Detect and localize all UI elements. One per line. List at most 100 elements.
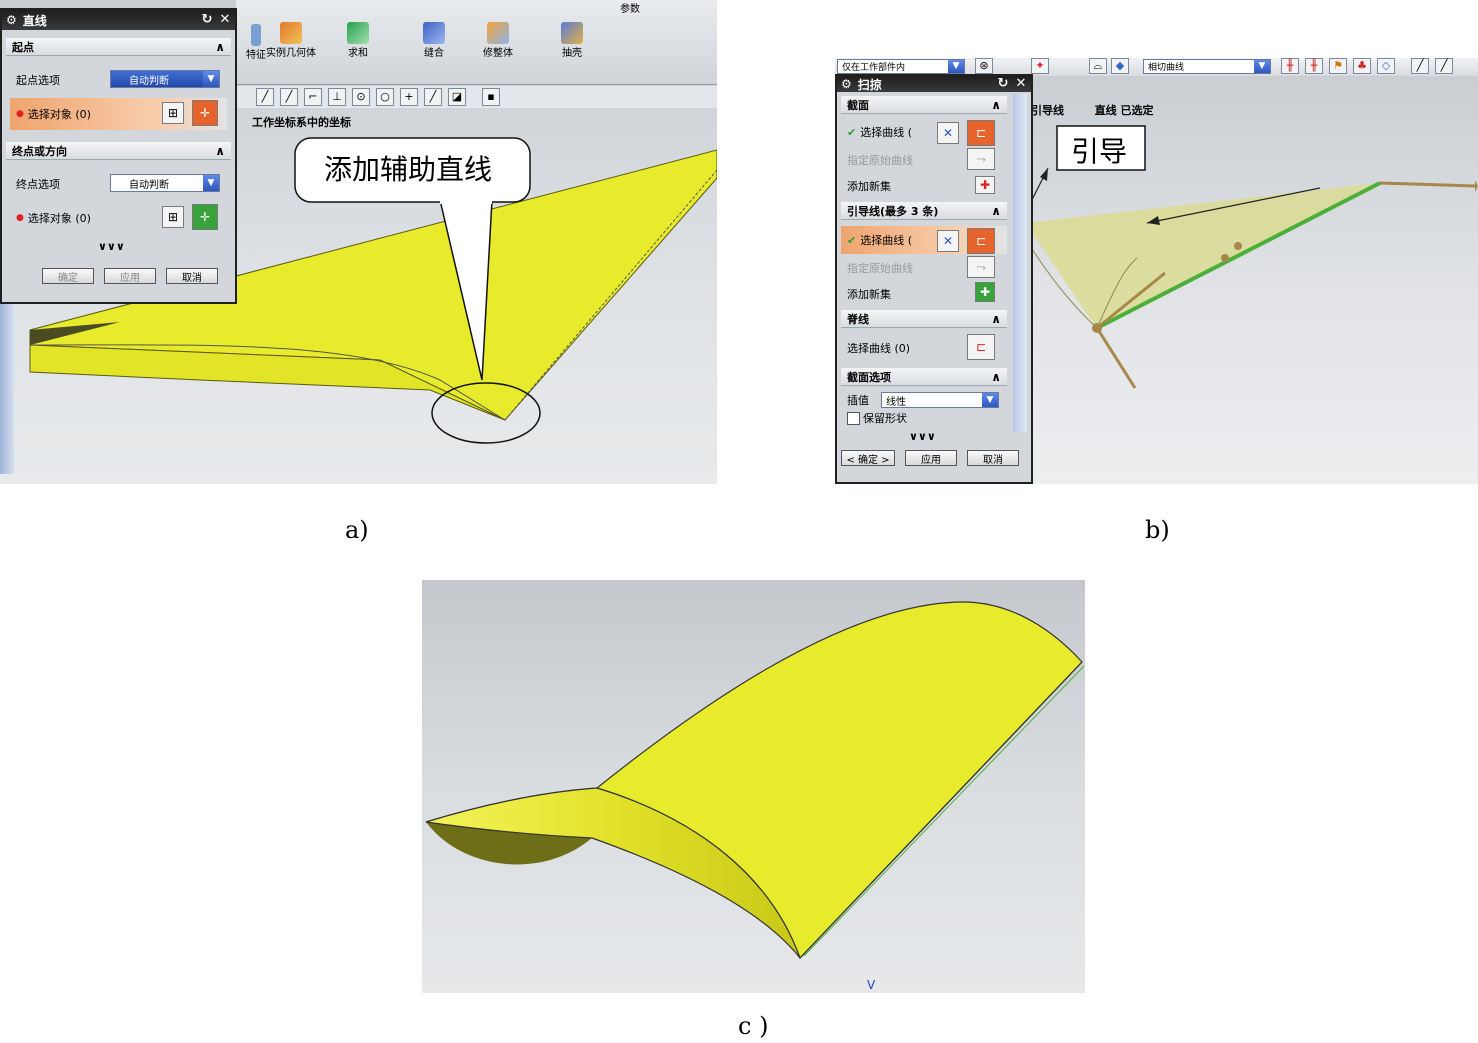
tool-shell[interactable]: 抽壳 xyxy=(550,22,594,59)
section-select-label: 选择曲线 ( xyxy=(860,126,913,139)
tool-sew[interactable]: 缝合 xyxy=(412,22,456,59)
preserve-shape-row[interactable]: 保留形状 xyxy=(841,408,1007,428)
curve-select-button[interactable]: ⊏ xyxy=(967,228,995,254)
chevron-down-icon: ▼ xyxy=(982,393,998,407)
panel-b: 引导 仅在工作部件内 ▼ ⊛ ✦ ⌓ ◆ 相切曲线 ▼ ╫ ╫ ⚑ ♣ ◇ ╱ ╱ … xyxy=(835,58,1478,484)
add-set-button[interactable]: ✚ xyxy=(975,282,995,302)
filter-snap-icon[interactable]: ▪ xyxy=(482,88,500,106)
curve-select-button[interactable]: ⊏ xyxy=(967,120,995,146)
sweep-dialog-title: 扫掠 xyxy=(857,77,882,92)
sweep-dialog-title-bar: ⚙ 扫掠 ↻ ✕ xyxy=(837,76,1031,92)
reset-icon[interactable]: ↻ xyxy=(995,77,1011,91)
line-dialog-title-bar: ⚙ 直线 ↻ ✕ xyxy=(2,10,235,30)
point-dialog-button[interactable]: ⊞ xyxy=(162,206,184,228)
toolbar-menu-param[interactable]: 参数 xyxy=(620,0,640,15)
start-option-dropdown[interactable]: 自动判断 ▼ xyxy=(110,70,220,88)
guide-origin-label: 指定原始曲线 xyxy=(847,262,913,275)
section-options-header[interactable]: 截面选项 ∧ xyxy=(841,368,1007,386)
cancel-button[interactable]: 取消 xyxy=(166,268,218,284)
ok-button[interactable]: 确定 xyxy=(42,268,94,284)
point-snap-icon[interactable]: + xyxy=(400,88,418,106)
feature-toolbar: 参数 特征 实例几何体 求和 缝合 修整体 抽壳 xyxy=(236,0,717,85)
collapse-icon: ∧ xyxy=(991,203,1001,218)
snap-point-icon[interactable]: ⊛ xyxy=(975,58,993,74)
reverse-direction-button[interactable]: ✕ xyxy=(937,122,959,144)
midpoint-snap-icon[interactable]: ⊥ xyxy=(328,88,346,106)
stop-at-intersection-icon[interactable]: ╫ xyxy=(1281,58,1299,74)
line-snap2-icon[interactable]: ╱ xyxy=(280,88,298,106)
follow-fillet-icon[interactable]: ╫ xyxy=(1305,58,1323,74)
edge-snap-icon[interactable]: ╱ xyxy=(424,88,442,106)
crosshair-point-button[interactable]: ✛ xyxy=(192,100,218,126)
tool-feature-label: 特征 xyxy=(246,50,266,61)
cube-icon[interactable]: ◆ xyxy=(1111,58,1129,74)
cancel-button[interactable]: 取消 xyxy=(967,450,1019,466)
start-option-value: 自动判断 xyxy=(129,75,169,87)
section-origin-label: 指定原始曲线 xyxy=(847,154,913,167)
end-option-dropdown[interactable]: 自动判断 ▼ xyxy=(110,174,220,192)
interp-label: 插值 xyxy=(847,394,869,407)
tool-trim-body[interactable]: 修整体 xyxy=(476,22,520,59)
ok-button[interactable]: < 确定 > xyxy=(841,450,895,466)
check-icon: ✔ xyxy=(847,233,857,247)
line-dialog-title: 直线 xyxy=(22,13,47,28)
guide-header[interactable]: 引导线(最多 3 条) ∧ xyxy=(841,202,1007,220)
check-icon: ✔ xyxy=(847,125,857,139)
swept-blade-c xyxy=(425,601,1085,960)
end-section-header[interactable]: 终点或方向 ∧ xyxy=(6,142,231,160)
diamond-icon[interactable]: ◇ xyxy=(1377,58,1395,74)
instance-geometry-icon xyxy=(280,22,302,44)
spine-header[interactable]: 脊线 ∧ xyxy=(841,310,1007,328)
caption-c: c ) xyxy=(738,1012,769,1040)
tool-instance-geometry[interactable]: 实例几何体 xyxy=(266,22,316,59)
chevron-down-icon: ▼ xyxy=(948,60,964,73)
interp-dropdown[interactable]: 线性 ▼ xyxy=(881,392,999,408)
close-icon[interactable]: ✕ xyxy=(217,12,233,28)
selection-arrow-icon[interactable]: ✦ xyxy=(1031,58,1049,74)
face-snap-icon[interactable]: ◪ xyxy=(448,88,466,106)
add-set-button[interactable]: ✚ xyxy=(975,176,995,194)
filter-dropdown[interactable]: 仅在工作部件内 ▼ xyxy=(837,59,965,74)
line-snap-icon[interactable]: ╱ xyxy=(256,88,274,106)
more-options[interactable]: ∨∨∨ xyxy=(98,240,125,253)
tool-unite[interactable]: 求和 xyxy=(336,22,380,59)
apply-button[interactable]: 应用 xyxy=(905,450,957,466)
gear-icon[interactable]: ⚙ xyxy=(6,13,17,27)
origin-curve-button[interactable]: ⤳ xyxy=(967,148,995,170)
coord-label: 工作坐标系中的坐标 xyxy=(252,116,351,129)
curve-rule-dropdown[interactable]: 相切曲线 ▼ xyxy=(1143,59,1271,74)
center-snap-icon[interactable]: ⊙ xyxy=(352,88,370,106)
status-line: 引导线 直线 已选定 xyxy=(1031,104,1154,117)
circle-snap-icon[interactable]: ○ xyxy=(376,88,394,106)
apply-button[interactable]: 应用 xyxy=(104,268,156,284)
end-section-label: 终点或方向 xyxy=(12,144,67,158)
section-options-label: 截面选项 xyxy=(847,370,891,384)
checkbox-icon[interactable] xyxy=(847,411,860,425)
gear-icon[interactable]: ⚙ xyxy=(841,77,852,91)
origin-curve-button[interactable]: ⤳ xyxy=(967,256,995,278)
curve-snap-icon[interactable]: ⌐ xyxy=(304,88,322,106)
collapse-icon: ∧ xyxy=(991,369,1001,384)
curve-select-button[interactable]: ⊏ xyxy=(967,334,995,360)
left-scrollbar[interactable] xyxy=(0,304,14,474)
link-icon[interactable]: ⌓ xyxy=(1089,58,1107,74)
point-dialog-button[interactable]: ⊞ xyxy=(162,102,184,124)
path-icon[interactable]: ⚑ xyxy=(1329,58,1347,74)
line-icon[interactable]: ╱ xyxy=(1411,58,1429,74)
close-icon[interactable]: ✕ xyxy=(1013,77,1029,91)
reverse-direction-button[interactable]: ✕ xyxy=(937,230,959,252)
chevron-down-icon: ▼ xyxy=(203,175,219,191)
line2-icon[interactable]: ╱ xyxy=(1435,58,1453,74)
sew-icon xyxy=(423,22,445,44)
crosshair-point-button[interactable]: ✛ xyxy=(192,204,218,230)
tree-icon[interactable]: ♣ xyxy=(1353,58,1371,74)
spine-header-label: 脊线 xyxy=(847,312,869,326)
start-section-header[interactable]: 起点 ∧ xyxy=(6,38,231,56)
section-header[interactable]: 截面 ∧ xyxy=(841,96,1007,114)
more-options[interactable]: ∨∨∨ xyxy=(909,430,936,443)
required-dot-icon: ● xyxy=(16,109,24,119)
viewport-c[interactable]: V xyxy=(422,580,1085,993)
interp-value: 线性 xyxy=(886,396,906,408)
dialog-scrollbar[interactable] xyxy=(1013,94,1027,432)
reset-icon[interactable]: ↻ xyxy=(199,12,215,28)
